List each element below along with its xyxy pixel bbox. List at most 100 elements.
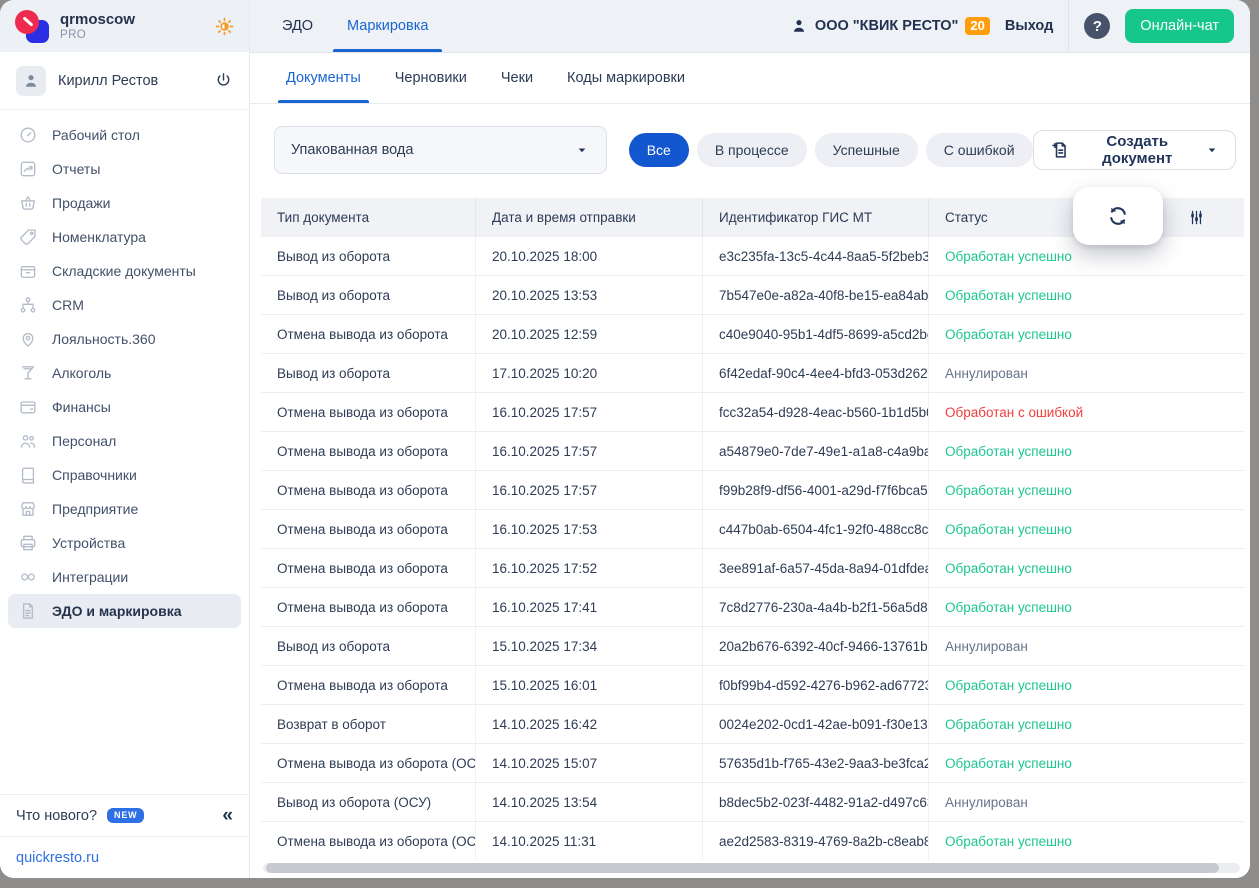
logout-link[interactable]: Выход — [1005, 18, 1053, 34]
filter-chip-all[interactable]: Все — [628, 133, 689, 167]
organization-switcher[interactable]: ООО "КВИК РЕСТО" 20 — [790, 16, 990, 36]
refresh-button[interactable] — [1073, 187, 1163, 245]
category-select-value: Упакованная вода — [291, 142, 414, 158]
user-avatar-icon — [16, 65, 46, 96]
sidebar-item-sales[interactable]: Продажи — [8, 186, 241, 220]
document-icon — [18, 601, 38, 621]
sidebar-item-warehouse[interactable]: Складские документы — [8, 254, 241, 288]
sidebar-item-enterprise[interactable]: Предприятие — [8, 492, 241, 526]
cell-sent-datetime: 16.10.2025 17:52 — [476, 549, 703, 587]
sidebar-item-finance[interactable]: Финансы — [8, 390, 241, 424]
cell-status: Обработан успешно — [945, 443, 1072, 459]
cell-sent-datetime: 14.10.2025 15:07 — [476, 744, 703, 782]
category-select[interactable]: Упакованная вода — [274, 126, 607, 174]
table-row[interactable]: Вывод из оборота 15.10.2025 17:34 20a2b6… — [261, 627, 1244, 666]
table-body: Вывод из оборота 20.10.2025 18:00 e3c235… — [261, 237, 1244, 860]
sidebar-item-devices[interactable]: Устройства — [8, 526, 241, 560]
cell-status: Обработан успешно — [945, 521, 1072, 537]
sliders-icon[interactable] — [1187, 208, 1206, 227]
table-row[interactable]: Отмена вывода из оборота 16.10.2025 17:5… — [261, 393, 1244, 432]
cell-status: Обработан успешно — [945, 716, 1072, 732]
filter-chip-error[interactable]: С ошибкой — [925, 133, 1033, 167]
cell-document-type: Вывод из оборота — [261, 627, 476, 665]
cell-gis-mt-id: 6f42edaf-90c4-4ee4-bfd3-053d262... — [703, 354, 929, 392]
table-row[interactable]: Отмена вывода из оборота 16.10.2025 17:5… — [261, 510, 1244, 549]
table-row[interactable]: Отмена вывода из оборота 16.10.2025 17:5… — [261, 549, 1244, 588]
cell-sent-datetime: 15.10.2025 17:34 — [476, 627, 703, 665]
header-divider — [1068, 0, 1070, 52]
create-document-button[interactable]: Создать документ — [1032, 130, 1236, 170]
refresh-icon — [1105, 203, 1131, 229]
sidebar-item-nomenclature[interactable]: Номенклатура — [8, 220, 241, 254]
horizontal-scrollbar — [263, 863, 1240, 873]
cell-gis-mt-id: 20a2b676-6392-40cf-9466-13761b... — [703, 627, 929, 665]
sidebar-item-directories[interactable]: Справочники — [8, 458, 241, 492]
cell-status: Обработан успешно — [945, 326, 1072, 342]
sidebar-item-alcohol[interactable]: Алкоголь — [8, 356, 241, 390]
table-row[interactable]: Отмена вывода из оборота 20.10.2025 12:5… — [261, 315, 1244, 354]
cell-gis-mt-id: a54879e0-7de7-49e1-a1a8-c4a9ba... — [703, 432, 929, 470]
sidebar-item-loyalty[interactable]: Лояльность.360 — [8, 322, 241, 356]
filter-chip-success[interactable]: Успешные — [814, 133, 918, 167]
filter-row: Упакованная вода Все В процессе Успешные С … — [274, 126, 1236, 174]
table-row[interactable]: Отмена вывода из оборота 15.10.2025 16:0… — [261, 666, 1244, 705]
cell-document-type: Вывод из оборота — [261, 237, 476, 275]
cell-gis-mt-id: c447b0ab-6504-4fc1-92f0-488cc8c... — [703, 510, 929, 548]
table-row[interactable]: Возврат в оборот 14.10.2025 16:42 0024e2… — [261, 705, 1244, 744]
cell-gis-mt-id: 0024e202-0cd1-42ae-b091-f30e137... — [703, 705, 929, 743]
tab-edo[interactable]: ЭДО — [282, 0, 313, 52]
filter-chip-in-progress[interactable]: В процессе — [696, 133, 807, 167]
table-row[interactable]: Вывод из оборота (ОСУ) 14.10.2025 13:54 … — [261, 783, 1244, 822]
warehouse-icon — [18, 261, 38, 281]
logout-power-icon[interactable] — [214, 71, 233, 90]
infinity-icon — [18, 567, 38, 587]
storefront-icon — [18, 499, 38, 519]
cell-sent-datetime: 16.10.2025 17:57 — [476, 432, 703, 470]
sidebar-item-desktop[interactable]: Рабочий стол — [8, 118, 241, 152]
cell-status: Аннулирован — [945, 794, 1028, 810]
header-actions: ООО "КВИК РЕСТО" 20 Выход ? Онлайн-чат — [790, 0, 1234, 52]
tab-marking[interactable]: Маркировка — [332, 0, 443, 52]
column-header-2: Дата и время отправки — [476, 198, 703, 237]
table-row[interactable]: Вывод из оборота 17.10.2025 10:20 6f42ed… — [261, 354, 1244, 393]
cell-sent-datetime: 20.10.2025 18:00 — [476, 237, 703, 275]
brand-name: qrmoscow — [60, 11, 136, 28]
subtab-codes[interactable]: Коды маркировки — [567, 53, 685, 103]
cell-status: Обработан с ошибкой — [945, 404, 1084, 420]
sidebar-item-staff[interactable]: Персонал — [8, 424, 241, 458]
table-row[interactable]: Отмена вывода из оборота (ОСУ) 14.10.202… — [261, 822, 1244, 860]
subtab-receipts[interactable]: Чеки — [501, 53, 533, 103]
column-header-1: Тип документа — [261, 198, 476, 237]
horizontal-scrollbar-thumb[interactable] — [266, 863, 1219, 873]
cell-gis-mt-id: 57635d1b-f765-43e2-9aa3-be3fca2... — [703, 744, 929, 782]
printer-icon — [18, 533, 38, 553]
sidebar-item-reports[interactable]: Отчеты — [8, 152, 241, 186]
cell-status: Обработан успешно — [945, 482, 1072, 498]
cell-gis-mt-id: f0bf99b4-d592-4276-b962-ad67723... — [703, 666, 929, 704]
sidebar-item-integrations[interactable]: Интеграции — [8, 560, 241, 594]
table-row[interactable]: Отмена вывода из оборота 16.10.2025 17:4… — [261, 588, 1244, 627]
wallet-icon — [18, 397, 38, 417]
site-link[interactable]: quickresto.ru — [16, 850, 99, 866]
subtab-documents[interactable]: Документы — [278, 53, 369, 103]
cell-document-type: Отмена вывода из оборота — [261, 666, 476, 704]
table-row[interactable]: Отмена вывода из оборота (ОСУ) 14.10.202… — [261, 744, 1244, 783]
cell-document-type: Отмена вывода из оборота — [261, 393, 476, 431]
collapse-sidebar-icon[interactable]: « — [222, 806, 233, 825]
help-button[interactable]: ? — [1084, 13, 1111, 39]
whats-new-label[interactable]: Что нового? — [16, 808, 97, 824]
theme-toggle-sun-icon[interactable] — [214, 16, 235, 37]
sidebar-item-edo-marking[interactable]: ЭДО и маркировка — [8, 594, 241, 628]
app-window: qrmoscow PRO Кирилл Рестов Рабочий стол … — [0, 0, 1250, 878]
cell-status: Аннулирован — [945, 365, 1028, 381]
table-row[interactable]: Отмена вывода из оборота 16.10.2025 17:5… — [261, 471, 1244, 510]
online-chat-button[interactable]: Онлайн-чат — [1125, 9, 1234, 43]
cell-status: Аннулирован — [945, 638, 1028, 654]
table-row[interactable]: Отмена вывода из оборота 16.10.2025 17:5… — [261, 432, 1244, 471]
table-row[interactable]: Вывод из оборота 20.10.2025 13:53 7b547e… — [261, 276, 1244, 315]
cell-document-type: Отмена вывода из оборота — [261, 510, 476, 548]
subtab-drafts[interactable]: Черновики — [395, 53, 467, 103]
cell-gis-mt-id: e3c235fa-13c5-4c44-8aa5-5f2beb3... — [703, 237, 929, 275]
sidebar-item-crm[interactable]: CRM — [8, 288, 241, 322]
user-name: Кирилл Рестов — [58, 72, 159, 89]
